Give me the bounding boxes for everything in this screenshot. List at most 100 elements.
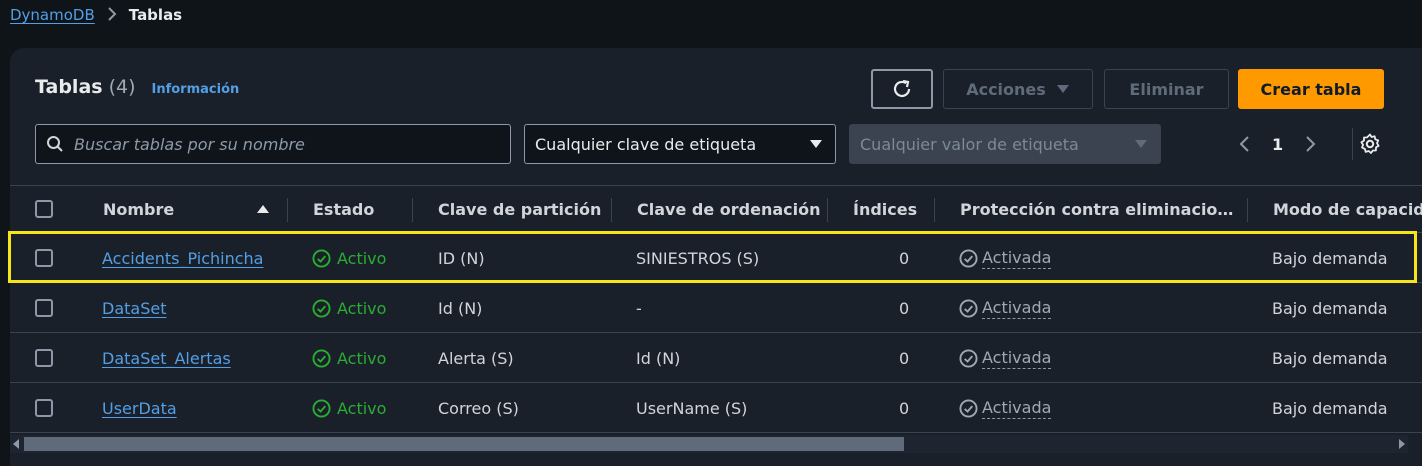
capacity-mode-cell: Bajo demanda — [1272, 248, 1388, 268]
search-field[interactable] — [35, 124, 511, 164]
capacity-mode-cell: Bajo demanda — [1272, 348, 1388, 368]
column-header-indexes[interactable]: Índices — [853, 186, 917, 232]
protection-text[interactable]: Activada — [982, 248, 1052, 269]
protection-cell: Activada — [959, 333, 1052, 383]
check-circle-icon — [312, 398, 331, 418]
table-header: Nombre Estado Clave de partición Clave d… — [10, 185, 1422, 233]
status-text: Activo — [337, 248, 387, 268]
protection-cell: Activada — [959, 233, 1052, 283]
column-header-deletion-protection[interactable]: Protección contra eliminacio… — [960, 186, 1233, 232]
table-name-link[interactable]: DataSet — [102, 283, 166, 333]
capacity-mode-cell: Bajo demanda — [1272, 298, 1388, 318]
table-row[interactable]: Accidents_Pichincha Activo ID (N) SINIES… — [10, 233, 1422, 283]
column-divider[interactable] — [287, 198, 288, 222]
partition-key-cell: Id (N) — [438, 298, 483, 318]
tag-key-value: Cualquier clave de etiqueta — [535, 134, 757, 154]
partition-key-cell: Alerta (S) — [438, 348, 514, 368]
caret-down-icon — [1056, 85, 1069, 93]
check-circle-icon — [959, 398, 978, 418]
protection-text[interactable]: Activada — [982, 348, 1052, 369]
select-all-checkbox[interactable] — [35, 200, 53, 218]
page-number[interactable]: 1 — [1272, 135, 1283, 154]
column-header-capacity-mode[interactable]: Modo de capacid — [1273, 186, 1422, 232]
row-checkbox[interactable] — [35, 349, 53, 367]
scrollbar-thumb[interactable] — [24, 437, 904, 451]
column-header-sort-key[interactable]: Clave de ordenación — [637, 186, 820, 232]
scroll-left-arrow-icon[interactable] — [13, 439, 19, 449]
sort-key-cell: Id (N) — [636, 348, 681, 368]
column-divider[interactable] — [1247, 198, 1248, 222]
table-name-link[interactable]: Accidents_Pichincha — [102, 233, 263, 283]
pagination: 1 — [1238, 128, 1317, 160]
search-icon — [47, 136, 63, 152]
indexes-cell: 0 — [899, 398, 910, 418]
column-divider[interactable] — [611, 198, 612, 222]
table-row[interactable]: DataSet_Alertas Activo Alerta (S) Id (N)… — [10, 333, 1422, 383]
breadcrumb-current: Tablas — [128, 6, 183, 24]
chevron-right-icon — [103, 6, 121, 25]
breadcrumb: DynamoDB Tablas — [10, 4, 182, 26]
chevron-left-icon[interactable] — [1238, 135, 1250, 153]
row-select-cell — [35, 383, 53, 433]
tables-panel: Tablas (4) Información Acciones Eliminar… — [8, 48, 1422, 466]
protection-cell: Activada — [959, 383, 1052, 433]
page-title: Tablas — [35, 76, 103, 98]
table-row[interactable]: DataSet Activo Id (N) - 0 Activada Bajo … — [10, 283, 1422, 333]
column-header-status[interactable]: Estado — [313, 186, 374, 232]
check-circle-icon — [959, 348, 978, 368]
select-all-cell — [35, 186, 53, 232]
status-cell: Activo — [312, 233, 386, 283]
sort-key-cell: - — [636, 298, 642, 318]
table-name-link[interactable]: DataSet_Alertas — [102, 333, 231, 383]
sort-ascending-icon[interactable] — [256, 186, 270, 232]
tag-value-select[interactable]: Cualquier valor de etiqueta — [849, 124, 1161, 164]
sort-key-cell: UserName (S) — [636, 398, 748, 418]
horizontal-scrollbar[interactable] — [10, 435, 1408, 453]
scroll-right-arrow-icon[interactable] — [1399, 439, 1405, 449]
breadcrumb-dynamodb-link[interactable]: DynamoDB — [10, 6, 95, 24]
status-cell: Activo — [312, 283, 386, 333]
actions-label: Acciones — [966, 79, 1046, 99]
status-cell: Activo — [312, 333, 386, 383]
tag-key-select[interactable]: Cualquier clave de etiqueta — [524, 124, 836, 164]
column-divider[interactable] — [934, 198, 935, 222]
partition-key-cell: Correo (S) — [438, 398, 519, 418]
info-link[interactable]: Información — [152, 82, 240, 97]
row-checkbox[interactable] — [35, 299, 53, 317]
status-text: Activo — [337, 298, 387, 318]
column-header-name[interactable]: Nombre — [103, 186, 174, 232]
delete-button[interactable]: Eliminar — [1104, 69, 1229, 109]
sort-key-cell: SINIESTROS (S) — [636, 248, 760, 268]
protection-text[interactable]: Activada — [982, 398, 1052, 419]
search-input[interactable] — [74, 134, 510, 154]
row-checkbox[interactable] — [35, 399, 53, 417]
caret-down-icon — [810, 140, 822, 148]
refresh-icon — [893, 79, 911, 98]
check-circle-icon — [959, 298, 978, 318]
tag-value-placeholder: Cualquier valor de etiqueta — [860, 134, 1079, 154]
column-divider[interactable] — [412, 198, 413, 222]
table-row[interactable]: UserData Activo Correo (S) UserName (S) … — [10, 383, 1422, 433]
gear-icon[interactable] — [1358, 132, 1382, 156]
check-circle-icon — [312, 248, 331, 268]
check-circle-icon — [312, 348, 331, 368]
column-header-partition-key[interactable]: Clave de partición — [438, 186, 601, 232]
pagination-divider — [1352, 128, 1353, 160]
row-checkbox[interactable] — [35, 249, 53, 267]
column-divider[interactable] — [827, 198, 828, 222]
capacity-mode-cell: Bajo demanda — [1272, 398, 1388, 418]
chevron-right-icon[interactable] — [1305, 135, 1317, 153]
table-count: (4) — [108, 76, 136, 98]
protection-cell: Activada — [959, 283, 1052, 333]
protection-text[interactable]: Activada — [982, 298, 1052, 319]
status-text: Activo — [337, 398, 387, 418]
status-text: Activo — [337, 348, 387, 368]
table-name-link[interactable]: UserData — [102, 383, 177, 433]
refresh-button[interactable] — [871, 69, 933, 109]
panel-header: Tablas (4) Información — [35, 76, 239, 98]
create-table-button[interactable]: Crear tabla — [1238, 69, 1384, 109]
actions-dropdown-button[interactable]: Acciones — [943, 69, 1093, 109]
tables-table: Nombre Estado Clave de partición Clave d… — [8, 185, 1422, 433]
partition-key-cell: ID (N) — [438, 248, 485, 268]
row-select-cell — [35, 233, 53, 283]
